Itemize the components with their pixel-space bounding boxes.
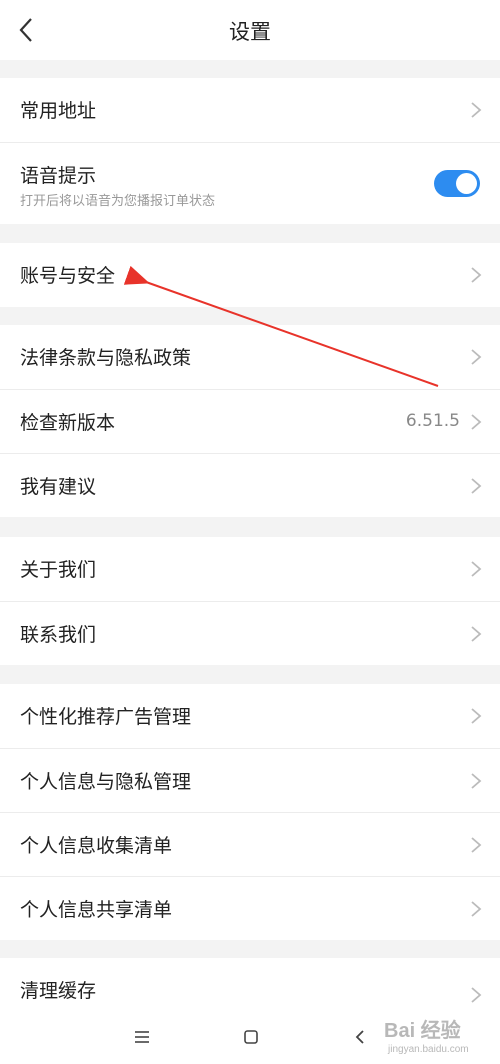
about-us-item[interactable]: 关于我们 — [0, 537, 500, 601]
settings-group-5: 个性化推荐广告管理 个人信息与隐私管理 个人信息收集清单 个人信息共享清单 — [0, 684, 500, 940]
chevron-right-icon — [471, 478, 482, 494]
watermark-sub: jingyan.baidu.com — [388, 1044, 469, 1055]
home-button[interactable] — [236, 1022, 266, 1052]
home-icon — [244, 1030, 258, 1044]
settings-group-3: 法律条款与隐私政策 检查新版本 6.51.5 我有建议 — [0, 325, 500, 517]
personalized-ads-label: 个性化推荐广告管理 — [20, 706, 192, 728]
back-icon — [355, 1030, 364, 1044]
watermark-main: Bai 经验 — [384, 1020, 461, 1042]
legal-privacy-label: 法律条款与隐私政策 — [20, 347, 192, 369]
chevron-right-icon — [471, 837, 482, 853]
menu-icon — [135, 1031, 149, 1043]
contact-us-item[interactable]: 联系我们 — [0, 601, 500, 665]
chevron-right-icon — [471, 987, 482, 1003]
contact-us-label: 联系我们 — [20, 624, 97, 646]
personal-info-privacy-label: 个人信息与隐私管理 — [20, 771, 192, 793]
voice-prompt-item: 语音提示 打开后将以语音为您播报订单状态 — [0, 142, 500, 224]
account-security-item[interactable]: 账号与安全 — [0, 243, 500, 307]
voice-prompt-toggle[interactable] — [434, 170, 480, 197]
personal-info-collection-item[interactable]: 个人信息收集清单 — [0, 812, 500, 876]
personal-info-privacy-item[interactable]: 个人信息与隐私管理 — [0, 748, 500, 812]
about-us-label: 关于我们 — [20, 559, 97, 581]
voice-prompt-label: 语音提示 — [20, 165, 97, 187]
common-address-item[interactable]: 常用地址 — [0, 78, 500, 142]
suggestions-item[interactable]: 我有建议 — [0, 453, 500, 517]
chevron-right-icon — [471, 561, 482, 577]
personal-info-sharing-item[interactable]: 个人信息共享清单 — [0, 876, 500, 940]
version-value: 6.51.5 — [405, 411, 460, 431]
baidu-jingyan-watermark: Bai 经验 jingyan.baidu.com — [372, 1012, 492, 1060]
chevron-right-icon — [471, 267, 482, 283]
common-address-label: 常用地址 — [20, 100, 97, 122]
page-title: 设置 — [229, 20, 271, 44]
menu-button[interactable] — [127, 1022, 157, 1052]
chevron-right-icon — [471, 773, 482, 789]
settings-group-2: 账号与安全 — [0, 243, 500, 307]
nav-back-button[interactable] — [345, 1022, 375, 1052]
header-bar: 设置 — [0, 0, 500, 60]
check-update-label: 检查新版本 — [20, 412, 116, 434]
chevron-right-icon — [471, 708, 482, 724]
chevron-right-icon — [471, 626, 482, 642]
personalized-ads-item[interactable]: 个性化推荐广告管理 — [0, 684, 500, 748]
chevron-right-icon — [471, 901, 482, 917]
chevron-right-icon — [471, 349, 482, 365]
suggestions-label: 我有建议 — [20, 476, 97, 498]
settings-group-4: 关于我们 联系我们 — [0, 537, 500, 665]
settings-group-1: 常用地址 语音提示 打开后将以语音为您播报订单状态 — [0, 78, 500, 224]
toggle-knob — [456, 173, 477, 194]
account-security-label: 账号与安全 — [20, 265, 116, 287]
chevron-right-icon — [471, 414, 482, 430]
legal-privacy-item[interactable]: 法律条款与隐私政策 — [0, 325, 500, 389]
clear-cache-label: 清理缓存 — [20, 980, 97, 1002]
personal-info-sharing-label: 个人信息共享清单 — [20, 899, 173, 921]
chevron-right-icon — [471, 102, 482, 118]
check-update-item[interactable]: 检查新版本 6.51.5 — [0, 389, 500, 453]
personal-info-collection-label: 个人信息收集清单 — [20, 835, 173, 857]
voice-prompt-description: 打开后将以语音为您播报订单状态 — [20, 194, 216, 209]
